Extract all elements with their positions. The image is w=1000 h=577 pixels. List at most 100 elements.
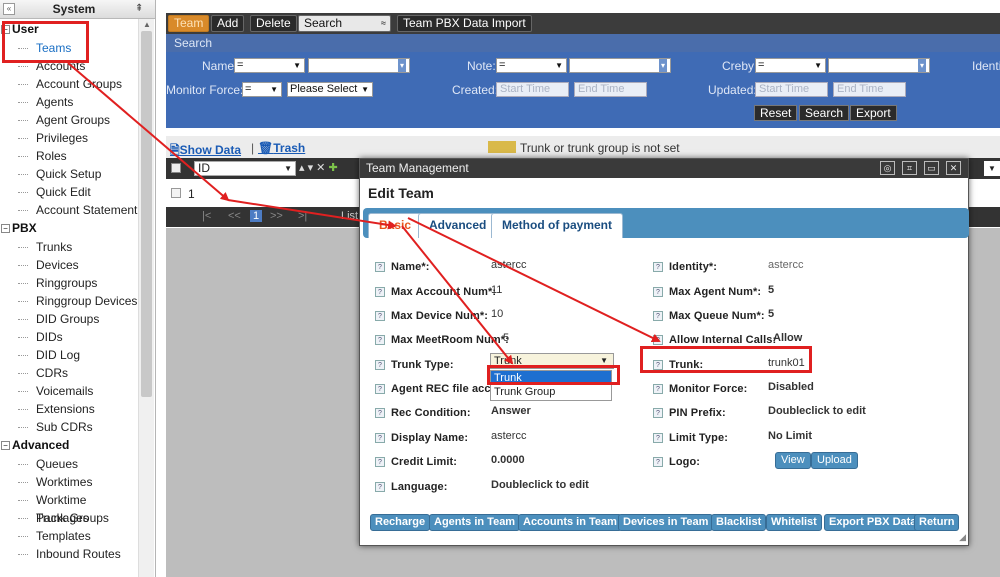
field-value[interactable]: No Limit <box>768 430 812 442</box>
creby-value-select[interactable]: ▾ <box>828 58 930 73</box>
column-select-right[interactable]: ▼ <box>984 161 1000 176</box>
search-button[interactable]: Search <box>799 105 850 121</box>
select-all-checkbox[interactable] <box>171 163 181 173</box>
logo-view-button[interactable]: View <box>775 452 811 469</box>
sidebar-item-roles[interactable]: Roles <box>0 147 138 165</box>
sidebar-item-privileges[interactable]: Privileges <box>0 129 138 147</box>
help-icon[interactable]: ? <box>375 384 385 394</box>
resize-grip-icon[interactable]: ◢ <box>959 532 966 543</box>
help-icon[interactable]: ? <box>375 482 385 492</box>
help-icon[interactable]: ? <box>653 433 663 443</box>
sidebar-item-trunk-groups[interactable]: Trunk Groups <box>0 509 138 527</box>
field-value[interactable]: 5 <box>768 308 774 320</box>
help-icon[interactable]: ? <box>375 433 385 443</box>
prev-page-icon[interactable]: << <box>228 210 241 222</box>
collapse-icon[interactable]: − <box>1 224 10 233</box>
sidebar-item-trunks[interactable]: Trunks <box>0 238 138 256</box>
scroll-up-icon[interactable]: ▲ <box>143 20 151 29</box>
team-button[interactable]: Team <box>168 15 210 32</box>
field-value[interactable]: Allow <box>773 332 802 344</box>
sidebar-item-worktime-packages[interactable]: Worktime Packages <box>0 491 138 525</box>
sidebar-item-sub-cdrs[interactable]: Sub CDRs <box>0 418 138 436</box>
settings-icon[interactable]: ◎ <box>880 161 895 175</box>
sidebar-item-agent-groups[interactable]: Agent Groups <box>0 111 138 129</box>
note-operator-select[interactable]: = ▼ <box>496 58 567 73</box>
tab-basic[interactable]: Basic <box>368 213 423 238</box>
help-icon[interactable]: ? <box>375 335 385 345</box>
field-value[interactable]: Doubleclick to edit <box>768 405 866 417</box>
monitor-force-value-select[interactable]: Please Select ▼ <box>287 82 373 97</box>
monitor-force-operator-select[interactable]: = ▼ <box>242 82 282 97</box>
close-icon[interactable]: ✕ <box>946 161 961 175</box>
sidebar-item-did-groups[interactable]: DID Groups <box>0 310 138 328</box>
reset-button[interactable]: Reset <box>754 105 798 121</box>
sidebar-item-devices[interactable]: Devices <box>0 256 138 274</box>
sidebar-scrollbar[interactable]: ▲ <box>138 19 154 577</box>
help-icon[interactable]: ? <box>375 457 385 467</box>
search-select[interactable]: Search ≈ <box>298 15 391 32</box>
help-icon[interactable]: ? <box>375 311 385 321</box>
sidebar-item-quick-edit[interactable]: Quick Edit <box>0 183 138 201</box>
sidebar-item-extensions[interactable]: Extensions <box>0 400 138 418</box>
field-value[interactable]: 0.0000 <box>491 454 525 466</box>
next-page-icon[interactable]: >> <box>270 210 283 222</box>
field-value[interactable]: Disabled <box>768 381 814 393</box>
name-value-select[interactable]: ▾ <box>308 58 410 73</box>
sort-icon[interactable]: ▴ ▾ ✕ ✚ <box>299 161 338 174</box>
first-page-icon[interactable]: |< <box>202 210 211 222</box>
field-value[interactable]: 5 <box>503 332 509 344</box>
field-value[interactable]: 5 <box>768 284 774 296</box>
sidebar-item-ringgroups[interactable]: Ringgroups <box>0 274 138 292</box>
name-operator-select[interactable]: = ▼ <box>234 58 305 73</box>
nav-group-advanced[interactable]: − Advanced <box>0 436 138 455</box>
help-icon[interactable]: ? <box>653 384 663 394</box>
trash-link[interactable]: 🗑Trash <box>258 141 305 155</box>
help-icon[interactable]: ? <box>375 360 385 370</box>
last-page-icon[interactable]: >| <box>298 210 307 222</box>
help-icon[interactable]: ? <box>653 408 663 418</box>
scrollbar-thumb[interactable] <box>141 31 152 397</box>
help-icon[interactable]: ? <box>653 287 663 297</box>
restore-icon[interactable]: ▭ <box>924 161 939 175</box>
creby-operator-select[interactable]: = ▼ <box>755 58 826 73</box>
add-button[interactable]: Add <box>211 15 245 32</box>
sidebar-item-agents[interactable]: Agents <box>0 93 138 111</box>
sidebar-item-did-log[interactable]: DID Log <box>0 346 138 364</box>
column-select[interactable]: ID ▼ <box>194 161 296 176</box>
sidebar-item-worktimes[interactable]: Worktimes <box>0 473 138 491</box>
sidebar-item-ringgroup-devices[interactable]: Ringgroup Devices <box>0 292 138 310</box>
pin-icon[interactable]: ⇞ <box>135 3 143 14</box>
export-button[interactable]: Export <box>850 105 897 121</box>
help-icon[interactable]: ? <box>653 262 663 272</box>
tab-method-of-payment[interactable]: Method of payment <box>491 213 623 238</box>
field-value[interactable]: astercc <box>491 430 526 442</box>
whitelist-button[interactable]: Whitelist <box>766 514 822 531</box>
field-value[interactable]: 10 <box>491 308 503 320</box>
help-icon[interactable]: ? <box>653 311 663 321</box>
dialog-titlebar[interactable]: Team Management ◎ ⌗ ▭ ✕ <box>360 159 968 178</box>
sidebar-item-cdrs[interactable]: CDRs <box>0 364 138 382</box>
created-end-input[interactable]: End Time <box>574 82 647 97</box>
return-button[interactable]: Return <box>914 514 960 531</box>
maximize-icon[interactable]: ⌗ <box>902 161 917 175</box>
field-value[interactable]: astercc <box>491 259 526 271</box>
nav-group-pbx[interactable]: − PBX <box>0 219 138 238</box>
import-button[interactable]: Team PBX Data Import <box>397 15 532 32</box>
devices-in-team-button[interactable]: Devices in Team <box>618 514 714 531</box>
sidebar-item-voicemails[interactable]: Voicemails <box>0 382 138 400</box>
updated-end-input[interactable]: End Time <box>833 82 906 97</box>
updated-start-input[interactable]: Start Time <box>755 82 828 97</box>
field-value[interactable]: Doubleclick to edit <box>491 479 589 491</box>
agents-in-team-button[interactable]: Agents in Team <box>429 514 521 531</box>
accounts-in-team-button[interactable]: Accounts in Team <box>518 514 622 531</box>
field-value[interactable]: 11 <box>491 284 502 296</box>
export-pbx-data-button[interactable]: Export PBX Data <box>824 514 922 531</box>
sidebar-item-templates[interactable]: Templates <box>0 527 138 545</box>
sidebar-item-quick-setup[interactable]: Quick Setup <box>0 165 138 183</box>
sidebar-item-inbound-routes[interactable]: Inbound Routes <box>0 545 138 563</box>
add-column-icon[interactable]: ✚ <box>328 162 337 174</box>
help-icon[interactable]: ? <box>375 408 385 418</box>
blacklist-button[interactable]: Blacklist <box>711 514 767 531</box>
field-value[interactable]: Answer <box>491 405 531 417</box>
created-start-input[interactable]: Start Time <box>496 82 569 97</box>
